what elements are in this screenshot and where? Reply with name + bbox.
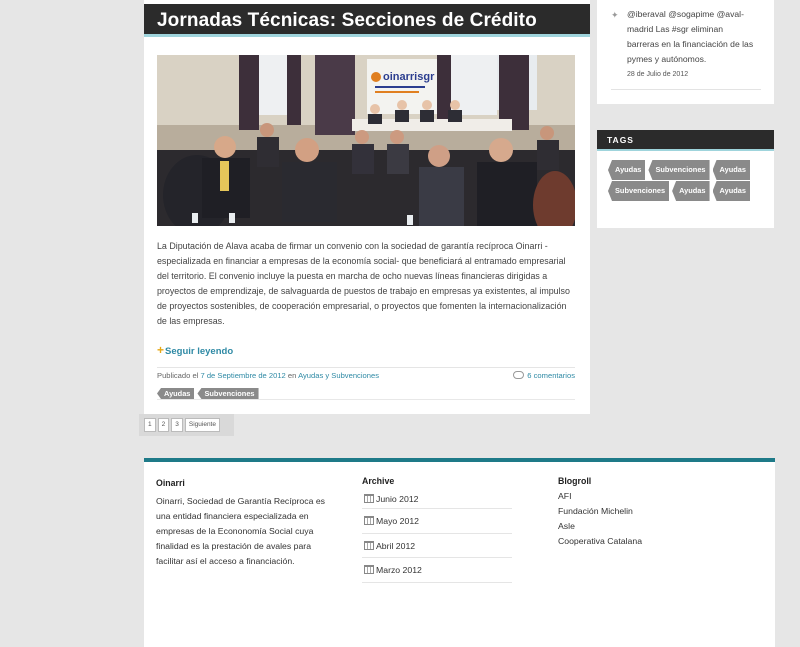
- tag-cloud-item[interactable]: Ayudas: [608, 160, 646, 180]
- tags-widget-title: TAGS: [597, 130, 774, 151]
- tags-widget: TAGS Ayudas Subvenciones AyudasSubvencione…: [597, 130, 774, 228]
- archive-item[interactable]: Abril 2012: [362, 534, 512, 558]
- pagination: 1 2 3 Siguiente: [139, 414, 234, 436]
- tag-cloud-item[interactable]: Subvenciones: [608, 181, 670, 201]
- blogroll-link[interactable]: AFI: [558, 489, 708, 504]
- banner-logo-text: oinarrisgr: [383, 71, 435, 83]
- blogroll-link[interactable]: Asle: [558, 519, 708, 534]
- plus-icon: +: [157, 343, 165, 357]
- in-word: en: [287, 371, 297, 380]
- footer-archive-title: Archive: [362, 476, 395, 486]
- footer-about-text: Oinarri, Sociedad de Garantía Recíproca …: [156, 496, 326, 566]
- twitter-bird-icon: ✦: [611, 10, 619, 20]
- twitter-widget: ✦ @iberaval @sogapime @aval-madrid Las #…: [597, 0, 774, 104]
- published-prefix: Publicado el: [157, 371, 199, 380]
- divider: [611, 89, 761, 90]
- archive-label: Mayo 2012: [376, 516, 419, 526]
- tweet-text[interactable]: @iberaval @sogapime @aval-madrid Las #sg…: [627, 7, 757, 67]
- blogroll-link[interactable]: Cooperativa Catalana: [558, 534, 708, 549]
- speech-bubble-icon: [513, 371, 525, 379]
- comments-label: 6 comentarios: [527, 371, 575, 380]
- footer-about-title: Oinarri: [156, 478, 185, 488]
- tag-cloud-item[interactable]: Ayudas: [712, 160, 750, 180]
- page-link-2[interactable]: 2: [157, 418, 170, 432]
- archive-label: Marzo 2012: [376, 565, 422, 575]
- footer-blogroll-title: Blogroll: [558, 476, 592, 486]
- archive-item[interactable]: Junio 2012: [362, 489, 512, 509]
- archive-item[interactable]: Marzo 2012: [362, 558, 512, 583]
- page-link-3[interactable]: 3: [171, 418, 183, 432]
- footer: Oinarri Oinarri, Sociedad de Garantía Re…: [144, 462, 775, 647]
- tweet-date: 28 de Julio de 2012: [627, 71, 689, 78]
- archive-item[interactable]: Mayo 2012: [362, 509, 512, 534]
- blogroll-link[interactable]: Fundación Michelin: [558, 504, 708, 519]
- tag-cloud: Ayudas Subvenciones AyudasSubvenciones Ayud…: [597, 151, 767, 201]
- published-date-link[interactable]: 7 de Septiembre de 2012: [201, 371, 286, 380]
- post-tag[interactable]: Ayudas: [157, 388, 195, 399]
- post-excerpt: La Diputación de Alava acaba de firmar u…: [157, 241, 570, 327]
- read-more-label: Seguir leyendo: [165, 346, 234, 357]
- next-page-link[interactable]: Siguiente: [184, 418, 220, 432]
- footer-about: Oinarri Oinarri, Sociedad de Garantía Re…: [156, 476, 326, 569]
- tag-cloud-item[interactable]: Ayudas: [712, 181, 750, 201]
- page-link-1[interactable]: 1: [144, 418, 156, 432]
- footer-archive: Archive Junio 2012 Mayo 2012 Abril 2012 …: [362, 476, 512, 583]
- archive-label: Abril 2012: [376, 540, 416, 551]
- post-tag[interactable]: Subvenciones: [197, 388, 259, 399]
- post-article: Jornadas Técnicas: Secciones de Crédito …: [144, 0, 590, 414]
- calendar-icon: [364, 494, 374, 503]
- post-meta: Publicado el 7 de Septiembre de 2012 en …: [157, 367, 575, 380]
- post-photo[interactable]: oinarrisgr: [157, 55, 575, 226]
- read-more-link[interactable]: +Seguir leyendo: [157, 343, 233, 357]
- category-link[interactable]: Ayudas y Subvenciones: [298, 371, 379, 380]
- calendar-icon: [364, 565, 374, 574]
- tag-cloud-item[interactable]: Ayudas: [672, 181, 710, 201]
- archive-label: Junio 2012: [376, 494, 419, 504]
- calendar-icon: [364, 540, 374, 550]
- tag-cloud-item[interactable]: Subvenciones: [648, 160, 710, 180]
- conference-photo: oinarrisgr: [157, 55, 575, 226]
- post-tags: Ayudas Subvenciones: [157, 383, 575, 400]
- footer-blogroll: Blogroll AFI Fundación Michelin Asle Coo…: [558, 476, 708, 549]
- comments-link[interactable]: 6 comentarios: [513, 371, 575, 380]
- post-title[interactable]: Jornadas Técnicas: Secciones de Crédito: [144, 4, 590, 37]
- calendar-icon: [364, 516, 374, 525]
